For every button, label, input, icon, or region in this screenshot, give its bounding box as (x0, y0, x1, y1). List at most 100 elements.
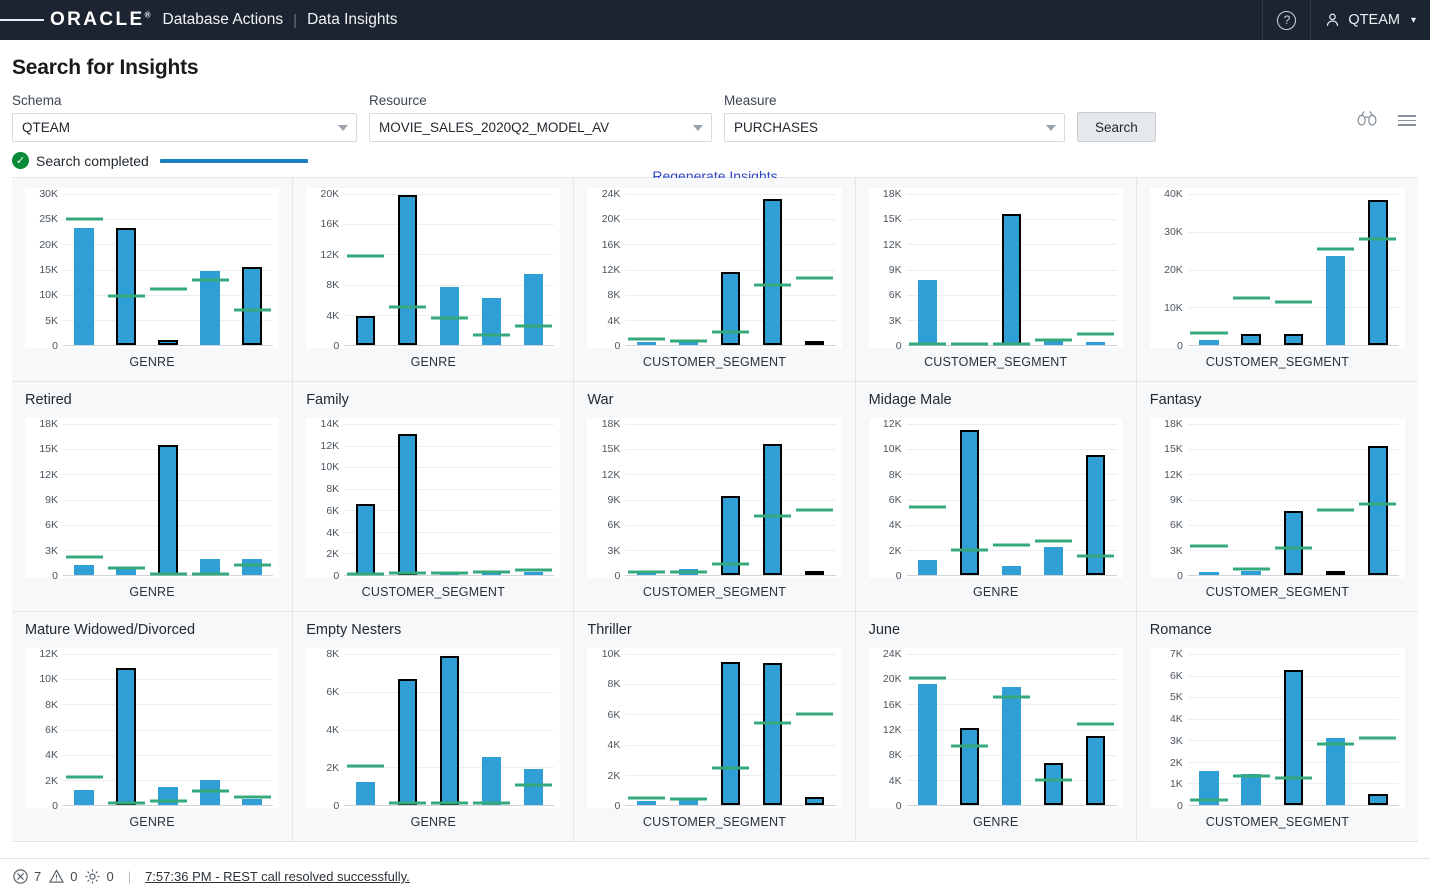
bar[interactable] (763, 444, 782, 575)
insight-card[interactable]: 010K20K30K40KCUSTOMER_SEGMENT (1137, 178, 1418, 382)
bar[interactable] (74, 790, 93, 805)
bar-slot[interactable] (752, 194, 794, 345)
bar[interactable] (918, 560, 937, 575)
bar-slot[interactable] (1357, 194, 1399, 345)
bar-slot[interactable] (189, 424, 231, 575)
bar-slot[interactable] (794, 194, 836, 345)
bar[interactable] (482, 757, 501, 805)
bar[interactable] (1284, 334, 1303, 345)
bar-slot[interactable] (1033, 194, 1075, 345)
bar[interactable] (960, 430, 979, 575)
bar[interactable] (1326, 256, 1345, 345)
bar[interactable] (960, 728, 979, 805)
bar-slot[interactable] (907, 194, 949, 345)
bar-slot[interactable] (1272, 194, 1314, 345)
hamburger-icon[interactable] (0, 17, 44, 24)
bar-slot[interactable] (709, 424, 751, 575)
bar[interactable] (679, 342, 698, 345)
bar-slot[interactable] (231, 194, 273, 345)
bar-slot[interactable] (949, 654, 991, 805)
bar[interactable] (1241, 334, 1260, 345)
bar[interactable] (918, 280, 937, 345)
bar-slot[interactable] (1272, 654, 1314, 805)
bar[interactable] (763, 199, 782, 345)
bar-slot[interactable] (907, 424, 949, 575)
bar-slot[interactable] (105, 194, 147, 345)
bar-slot[interactable] (625, 654, 667, 805)
bar-slot[interactable] (625, 194, 667, 345)
bar-slot[interactable] (386, 424, 428, 575)
bar-slot[interactable] (991, 654, 1033, 805)
bar-slot[interactable] (1315, 194, 1357, 345)
bar-slot[interactable] (752, 654, 794, 805)
bar-slot[interactable] (470, 424, 512, 575)
binoculars-icon[interactable] (1356, 110, 1378, 131)
insight-card[interactable]: Romance01K2K3K4K5K6K7KCUSTOMER_SEGMENT (1137, 612, 1418, 842)
insight-card[interactable]: Family02K4K6K8K10K12K14KCUSTOMER_SEGMENT (293, 382, 574, 612)
insight-card[interactable]: Empty Nesters02K4K6K8KGENRE (293, 612, 574, 842)
bar[interactable] (242, 267, 261, 345)
insight-card[interactable]: Thriller02K4K6K8K10KCUSTOMER_SEGMENT (574, 612, 855, 842)
bar-slot[interactable] (1075, 654, 1117, 805)
bar-slot[interactable] (428, 424, 470, 575)
bar[interactable] (74, 565, 93, 575)
bar[interactable] (1199, 340, 1218, 345)
bar[interactable] (242, 799, 261, 805)
bar[interactable] (1241, 774, 1260, 805)
bar[interactable] (805, 571, 824, 575)
bar-slot[interactable] (1075, 194, 1117, 345)
bar[interactable] (805, 797, 824, 805)
bar-slot[interactable] (1188, 424, 1230, 575)
bar-slot[interactable] (1315, 424, 1357, 575)
insight-card[interactable]: 04K8K12K16K20KGENRE (293, 178, 574, 382)
user-menu[interactable]: QTEAM ▾ (1310, 0, 1430, 40)
bar-slot[interactable] (189, 654, 231, 805)
bar[interactable] (763, 663, 782, 805)
bar-slot[interactable] (63, 194, 105, 345)
insight-card[interactable]: June04K8K12K16K20K24KGENRE (856, 612, 1137, 842)
bar-slot[interactable] (386, 194, 428, 345)
measure-select[interactable]: PURCHASES (724, 113, 1065, 142)
bar-slot[interactable] (344, 194, 386, 345)
bar[interactable] (721, 272, 740, 345)
bar[interactable] (1368, 794, 1387, 805)
bar[interactable] (1199, 572, 1218, 575)
statusbar-message[interactable]: 7:57:36 PM - REST call resolved successf… (145, 869, 410, 884)
bar-slot[interactable] (512, 424, 554, 575)
bar[interactable] (524, 274, 543, 345)
bar-slot[interactable] (949, 194, 991, 345)
insight-card[interactable]: 03K6K9K12K15K18KCUSTOMER_SEGMENT (856, 178, 1137, 382)
bar-slot[interactable] (1230, 654, 1272, 805)
bar-slot[interactable] (1357, 424, 1399, 575)
bar-slot[interactable] (794, 424, 836, 575)
bar-slot[interactable] (1188, 654, 1230, 805)
bar-slot[interactable] (189, 194, 231, 345)
bar[interactable] (74, 228, 93, 345)
bar-slot[interactable] (667, 194, 709, 345)
bar-slot[interactable] (667, 654, 709, 805)
bar[interactable] (637, 342, 656, 345)
bar[interactable] (356, 782, 375, 805)
bar-slot[interactable] (105, 424, 147, 575)
bar-slot[interactable] (752, 424, 794, 575)
bar-slot[interactable] (949, 424, 991, 575)
bar[interactable] (440, 656, 459, 805)
bar[interactable] (398, 195, 417, 345)
bar[interactable] (1241, 571, 1260, 575)
bar[interactable] (158, 445, 177, 575)
bar[interactable] (158, 340, 177, 345)
bar-slot[interactable] (428, 654, 470, 805)
bar-slot[interactable] (63, 424, 105, 575)
bar-slot[interactable] (1272, 424, 1314, 575)
bar[interactable] (482, 298, 501, 345)
bar[interactable] (1086, 736, 1105, 805)
bar-slot[interactable] (147, 194, 189, 345)
bar[interactable] (1044, 763, 1063, 805)
bar[interactable] (200, 780, 219, 805)
bar-slot[interactable] (625, 424, 667, 575)
bar[interactable] (356, 504, 375, 575)
settings-count-item[interactable]: 0 (84, 868, 113, 885)
bar-slot[interactable] (1230, 194, 1272, 345)
insight-card[interactable]: Mature Widowed/Divorced02K4K6K8K10K12KGE… (12, 612, 293, 842)
bar[interactable] (524, 572, 543, 575)
